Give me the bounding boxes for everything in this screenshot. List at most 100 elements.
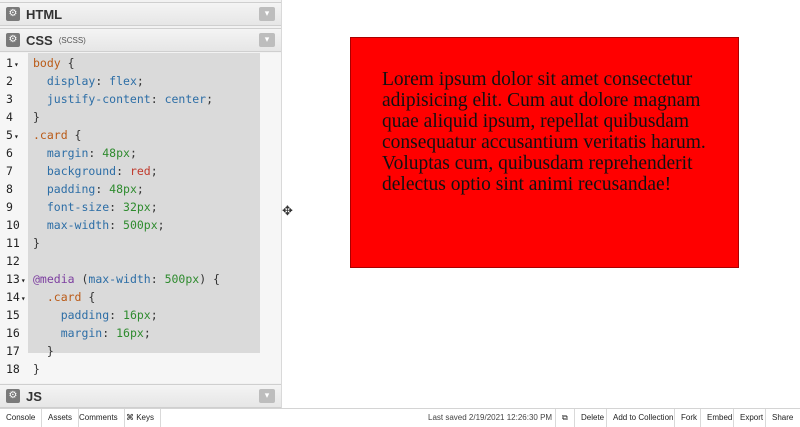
- code-line[interactable]: 1▾ body {: [0, 54, 281, 72]
- code-line[interactable]: 13▾ @media (max-width: 500px) {: [0, 270, 281, 288]
- code-token: :: [109, 218, 124, 232]
- line-number-text: 17: [6, 344, 20, 358]
- js-panel-title: JS: [26, 388, 42, 404]
- code-token: 48px: [109, 182, 137, 196]
- css-code-editor[interactable]: 1▾ body {2 display: flex; 3 justify-conten…: [0, 53, 281, 383]
- code-line[interactable]: 2 display: flex;: [0, 72, 281, 90]
- css-settings-gear-icon[interactable]: ⚙: [6, 33, 20, 47]
- add-to-collection-button[interactable]: Add to Collection: [606, 409, 679, 427]
- html-panel-title: HTML: [26, 6, 63, 22]
- line-number-text: 13: [6, 272, 20, 286]
- code-line[interactable]: 9 font-size: 32px;: [0, 198, 281, 216]
- line-number: 12: [6, 252, 28, 270]
- js-settings-gear-icon[interactable]: ⚙: [6, 389, 20, 403]
- comments-button[interactable]: Comments: [73, 409, 125, 427]
- line-number: 7: [6, 162, 28, 180]
- code-token: :: [109, 200, 124, 214]
- code-line[interactable]: 11}: [0, 234, 281, 252]
- code-line[interactable]: 15 padding: 16px;: [0, 306, 281, 324]
- code-token: margin: [33, 326, 103, 340]
- code-line[interactable]: 14▾ .card {: [0, 288, 281, 306]
- code-token: :: [116, 164, 130, 178]
- line-number: 18: [6, 360, 28, 378]
- code-text: background: red;: [33, 162, 158, 180]
- code-line[interactable]: 4}: [0, 108, 281, 126]
- open-external-icon[interactable]: ⧉: [555, 409, 574, 427]
- line-number-text: 15: [6, 308, 20, 322]
- code-token: padding: [33, 182, 96, 196]
- code-token: red: [129, 164, 151, 178]
- css-collapse-chevron-icon[interactable]: ▾: [259, 33, 275, 47]
- line-number-text: 3: [6, 92, 13, 106]
- code-token: {: [81, 290, 96, 304]
- html-settings-gear-icon[interactable]: ⚙: [6, 7, 20, 21]
- line-number: 17: [6, 342, 28, 360]
- code-line[interactable]: 3 justify-content: center;: [0, 90, 281, 108]
- code-token: ;: [150, 200, 158, 214]
- code-line[interactable]: 5▾ .card {: [0, 126, 281, 144]
- code-token: 16px: [123, 308, 151, 322]
- code-line[interactable]: 8 padding: 48px;: [0, 180, 281, 198]
- html-panel-header[interactable]: ⚙ HTML ▾: [0, 2, 281, 26]
- line-number-text: 6: [6, 146, 13, 160]
- fold-toggle-icon[interactable]: ▾: [21, 294, 26, 303]
- line-number: 6: [6, 144, 28, 162]
- delete-button[interactable]: Delete: [574, 409, 610, 427]
- line-number-text: 11: [6, 236, 20, 250]
- code-line[interactable]: 7 background: red;: [0, 162, 281, 180]
- line-number: 2: [6, 72, 28, 90]
- css-panel-header[interactable]: ⚙ CSS (SCSS) ▾: [0, 28, 281, 52]
- last-saved-status: Last saved 2/19/2021 12:26:30 PM: [428, 413, 553, 422]
- js-collapse-chevron-icon[interactable]: ▾: [259, 389, 275, 403]
- code-token: :: [88, 146, 103, 160]
- share-button[interactable]: Share: [765, 409, 799, 427]
- code-token: ;: [136, 74, 144, 88]
- code-token: :: [95, 182, 110, 196]
- code-line[interactable]: 10 max-width: 500px;: [0, 216, 281, 234]
- fork-button[interactable]: Fork: [674, 409, 703, 427]
- export-button[interactable]: Export: [733, 409, 769, 427]
- line-number: 1▾: [6, 54, 28, 74]
- fold-toggle-icon[interactable]: ▾: [14, 60, 19, 69]
- keys-button[interactable]: ⌘ Keys: [120, 409, 162, 427]
- code-token: .card: [33, 128, 68, 142]
- js-panel-header[interactable]: ⚙ JS ▾: [0, 384, 281, 408]
- code-token: margin: [33, 146, 89, 160]
- code-text: justify-content: center;: [33, 90, 213, 108]
- css-preprocessor-label: (SCSS): [58, 35, 86, 45]
- code-token: justify-content: [33, 92, 151, 106]
- console-button[interactable]: Console: [0, 409, 43, 427]
- code-token: ) {: [199, 272, 220, 286]
- fold-toggle-icon[interactable]: ▾: [21, 276, 26, 285]
- code-line[interactable]: 16 margin: 16px;: [0, 324, 281, 342]
- code-line[interactable]: 12: [0, 252, 281, 270]
- code-text: margin: 16px;: [33, 324, 151, 342]
- code-token: {: [67, 128, 82, 142]
- code-token: background: [33, 164, 117, 178]
- line-number-text: 2: [6, 74, 13, 88]
- line-number: 16: [6, 324, 28, 342]
- line-number-text: 1: [6, 56, 13, 70]
- line-number-text: 7: [6, 164, 13, 178]
- line-number-text: 12: [6, 254, 20, 268]
- code-line[interactable]: 17 }: [0, 342, 281, 360]
- code-token: center: [164, 92, 207, 106]
- code-token: }: [33, 362, 40, 376]
- resize-move-icon[interactable]: ✥: [282, 204, 293, 219]
- code-token: :: [109, 308, 124, 322]
- code-token: ;: [136, 182, 144, 196]
- code-text: font-size: 32px;: [33, 198, 158, 216]
- line-number: 15: [6, 306, 28, 324]
- code-line[interactable]: 18}: [0, 360, 281, 378]
- code-line[interactable]: 6 margin: 48px;: [0, 144, 281, 162]
- code-text: @media (max-width: 500px) {: [33, 270, 220, 288]
- line-number: 9: [6, 198, 28, 216]
- html-collapse-chevron-icon[interactable]: ▾: [259, 7, 275, 21]
- code-token: ;: [157, 218, 165, 232]
- code-token: padding: [33, 308, 110, 322]
- line-number: 14▾: [6, 288, 28, 308]
- code-token: ;: [150, 164, 158, 178]
- card-text: Lorem ipsum dolor sit amet consectetur a…: [382, 69, 706, 195]
- fold-toggle-icon[interactable]: ▾: [14, 132, 19, 141]
- code-token: 500px: [123, 218, 158, 232]
